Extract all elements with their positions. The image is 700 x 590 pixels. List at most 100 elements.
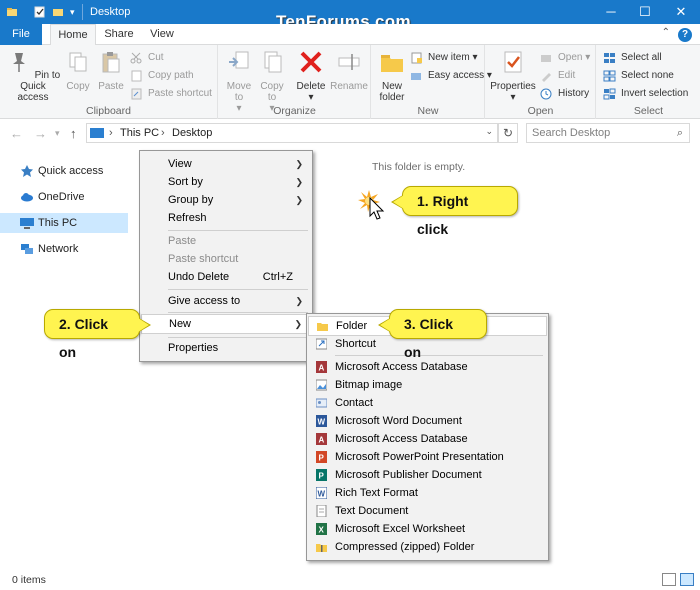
cut-button[interactable]: Cut [130,50,164,66]
clipboard-group-label: Clipboard [86,105,131,117]
submenu-item-excel[interactable]: X Microsoft Excel Worksheet [308,520,547,538]
nav-item-network[interactable]: Network [0,239,128,259]
breadcrumb-this-pc[interactable]: This PC [120,127,159,139]
submenu-item-text-doc[interactable]: Text Document [308,502,547,520]
select-all-icon [604,53,615,63]
menu-item-paste-shortcut[interactable]: Paste shortcut [141,250,311,268]
submenu-label: Microsoft Access Database [335,361,468,373]
copy-button[interactable]: Copy [64,49,92,92]
menu-item-new[interactable]: New ❯ [141,314,311,334]
new-group: New folder New item ▾ Easy access ▾ New [372,45,492,119]
menu-item-view[interactable]: View ❯ [141,155,311,173]
menu-label: Paste shortcut [168,253,239,265]
edit-icon [542,73,551,82]
submenu-label: Rich Text Format [335,487,418,499]
edit-button[interactable]: Edit [540,68,575,84]
properties-button[interactable]: Properties ▾ [490,49,536,103]
submenu-item-rtf[interactable]: W Rich Text Format [308,484,547,502]
menu-item-undo-delete[interactable]: Undo Delete Ctrl+Z [141,268,311,286]
search-input[interactable]: Search Desktop ⌕ [526,123,690,143]
invert-selection-icon [603,88,616,100]
up-arrow-icon[interactable]: ↑ [70,126,77,141]
menu-item-paste[interactable]: Paste [141,232,311,250]
select-all-button[interactable]: Select all [603,50,662,66]
select-none-button[interactable]: Select none [603,68,674,84]
callout-step1: 1. Right click [391,186,518,237]
submenu-label: Bitmap image [335,379,403,391]
recent-locations-icon[interactable]: ▾ [55,128,60,139]
new-item-button[interactable]: New item ▾ [410,50,478,66]
submenu-label: Contact [335,397,373,409]
word-doc-icon: W [316,415,327,427]
tab-file[interactable]: File [0,24,42,45]
tab-view[interactable]: View [143,24,181,46]
menu-item-refresh[interactable]: Refresh [141,209,311,227]
submenu-item-contact[interactable]: Contact [308,394,547,412]
help-icon[interactable]: ? [678,28,692,42]
delete-button[interactable]: Delete ▾ [293,49,329,103]
submenu-item-zip[interactable]: Compressed (zipped) Folder [308,538,547,556]
back-arrow-icon[interactable]: ← [10,126,23,141]
maximize-button[interactable]: ☐ [628,0,662,24]
copy-path-button[interactable]: Copy path [130,68,194,84]
properties-qat-icon[interactable] [34,6,46,18]
menu-item-give-access[interactable]: Give access to ❯ [141,292,311,310]
submenu-label: Folder [336,320,368,332]
tab-home[interactable]: Home [50,24,96,46]
refresh-button[interactable]: ↻ [498,123,518,143]
paste-shortcut-button[interactable]: Paste shortcut [130,86,212,102]
submenu-arrow-icon: ❯ [295,159,303,169]
copy-label: Copy [66,81,90,92]
submenu-item-access-db-2[interactable]: A Microsoft Access Database [308,430,547,448]
minimize-button[interactable]: ─ [594,0,628,24]
breadcrumb-desktop[interactable]: Desktop [172,127,212,139]
details-view-icon[interactable] [662,573,676,586]
tab-share[interactable]: Share [100,24,138,46]
history-button[interactable]: History [540,86,589,102]
submenu-item-bitmap[interactable]: Bitmap image [308,376,547,394]
nav-item-quick-access[interactable]: Quick access [0,161,128,181]
search-icon: ⌕ [676,127,683,139]
menu-item-properties[interactable]: Properties [141,339,311,357]
close-button[interactable]: ✕ [664,0,698,24]
zip-folder-icon [316,544,327,552]
submenu-arrow-icon: ❯ [295,195,303,205]
address-bar[interactable]: › This PC › Desktop ⌄ [86,123,498,143]
qat-dropdown-icon[interactable]: ▾ [70,6,82,18]
rename-label: Rename [330,81,368,92]
nav-item-onedrive[interactable]: OneDrive [0,187,128,207]
new-folder-qat-icon[interactable] [52,6,64,18]
invert-selection-button[interactable]: Invert selection [603,86,688,102]
forward-arrow-icon[interactable]: → [34,126,47,141]
open-button[interactable]: Open ▾ [540,50,590,66]
rename-button[interactable]: Rename [329,49,369,92]
menu-shortcut: Ctrl+Z [262,271,293,283]
submenu-item-access-db[interactable]: A Microsoft Access Database [308,358,547,376]
easy-access-button[interactable]: Easy access ▾ [410,68,492,84]
new-folder-button[interactable]: New folder [376,49,408,103]
rename-icon [338,54,360,70]
large-icons-view-icon[interactable] [680,573,694,586]
copy-path-label: Copy path [148,70,194,81]
new-item-icon [411,52,422,64]
nav-item-this-pc[interactable]: This PC [0,213,128,233]
address-dropdown-icon[interactable]: ⌄ [485,126,493,137]
submenu-label: Text Document [335,505,409,517]
copy-to-label: Copy to [260,81,284,103]
submenu-item-powerpoint[interactable]: P Microsoft PowerPoint Presentation [308,448,547,466]
menu-item-sort-by[interactable]: Sort by ❯ [141,173,311,191]
callout-pointer [138,318,149,332]
nav-label: Network [38,243,79,255]
move-to-label: Move to [226,81,252,103]
new-folder-icon [381,55,403,72]
menu-item-group-by[interactable]: Group by ❯ [141,191,311,209]
submenu-item-word-doc[interactable]: W Microsoft Word Document [308,412,547,430]
paste-button[interactable]: Paste [96,49,126,92]
pin-quick-access-button[interactable]: Pin to Quick access [4,49,62,103]
submenu-item-publisher[interactable]: P Microsoft Publisher Document [308,466,547,484]
paste-shortcut-label: Paste shortcut [148,88,212,99]
submenu-arrow-icon: ❯ [295,177,303,187]
history-icon [540,88,552,100]
collapse-ribbon-icon[interactable]: ⌃ [662,27,670,38]
contact-icon [316,398,327,408]
